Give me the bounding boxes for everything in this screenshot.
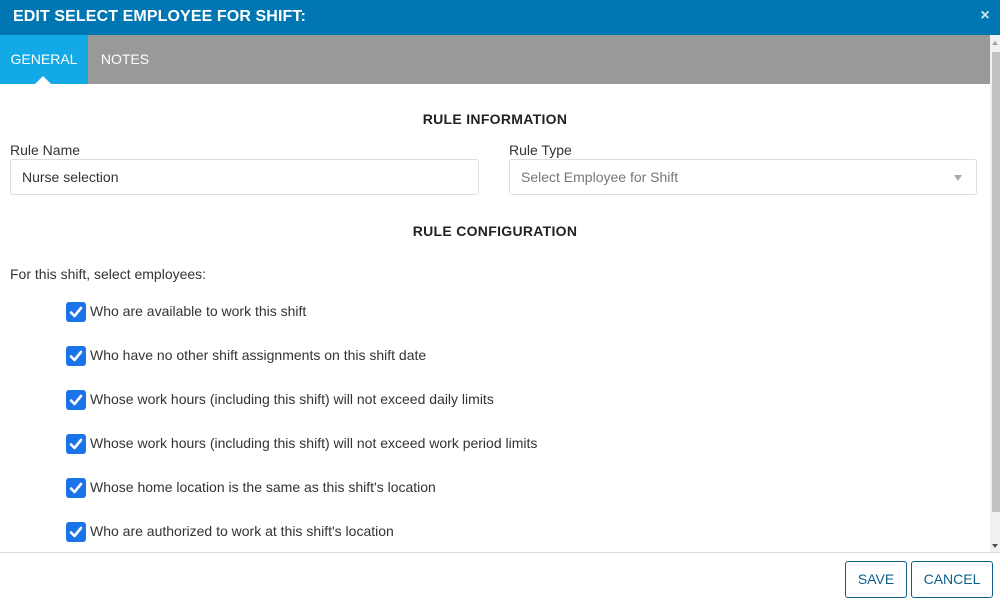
tab-general-label: GENERAL (10, 51, 78, 67)
checkbox-checked-icon[interactable] (66, 522, 86, 542)
vertical-scrollbar[interactable] (990, 35, 1000, 552)
dialog-footer: SAVE CANCEL (0, 552, 1000, 600)
option-label: Who have no other shift assignments on t… (90, 347, 427, 363)
checkbox-checked-icon[interactable] (66, 302, 86, 322)
option-label: Whose work hours (including this shift) … (90, 391, 494, 407)
rule-name-input[interactable]: Nurse selection (10, 159, 479, 195)
rule-type-label: Rule Type (509, 142, 572, 158)
active-tab-indicator (35, 76, 51, 84)
rule-information-heading: RULE INFORMATION (422, 111, 568, 127)
option-label: Whose home location is the same as this … (90, 479, 436, 495)
scroll-up-arrow-icon[interactable] (992, 41, 998, 45)
checkbox-checked-icon[interactable] (66, 390, 86, 410)
scrollbar-thumb[interactable] (992, 52, 1000, 512)
tab-general[interactable]: GENERAL (0, 35, 88, 84)
cancel-button[interactable]: CANCEL (911, 561, 993, 598)
tab-notes[interactable]: NOTES (88, 35, 162, 84)
option-label: Who are available to work this shift (90, 303, 307, 319)
checkbox-checked-icon[interactable] (66, 346, 86, 366)
checkbox-checked-icon[interactable] (66, 478, 86, 498)
rule-configuration-heading: RULE CONFIGURATION (412, 223, 578, 239)
dialog-title: EDIT SELECT EMPLOYEE FOR SHIFT: (13, 8, 306, 25)
rule-name-label: Rule Name (10, 142, 81, 158)
option-label: Who are authorized to work at this shift… (90, 523, 394, 539)
option-label: Whose work hours (including this shift) … (90, 435, 538, 451)
chevron-down-icon (954, 175, 962, 181)
scroll-down-arrow-icon[interactable] (992, 544, 998, 548)
config-intro-text: For this shift, select employees: (10, 266, 207, 282)
close-icon[interactable]: × (976, 6, 994, 26)
checkbox-checked-icon[interactable] (66, 434, 86, 454)
rule-type-select[interactable]: Select Employee for Shift (509, 159, 977, 195)
save-button[interactable]: SAVE (845, 561, 907, 598)
tab-bar: GENERAL NOTES (0, 35, 990, 84)
rule-type-value: Select Employee for Shift (521, 169, 679, 185)
tab-notes-label: NOTES (100, 51, 150, 67)
dialog-titlebar: EDIT SELECT EMPLOYEE FOR SHIFT: × (0, 0, 1000, 35)
